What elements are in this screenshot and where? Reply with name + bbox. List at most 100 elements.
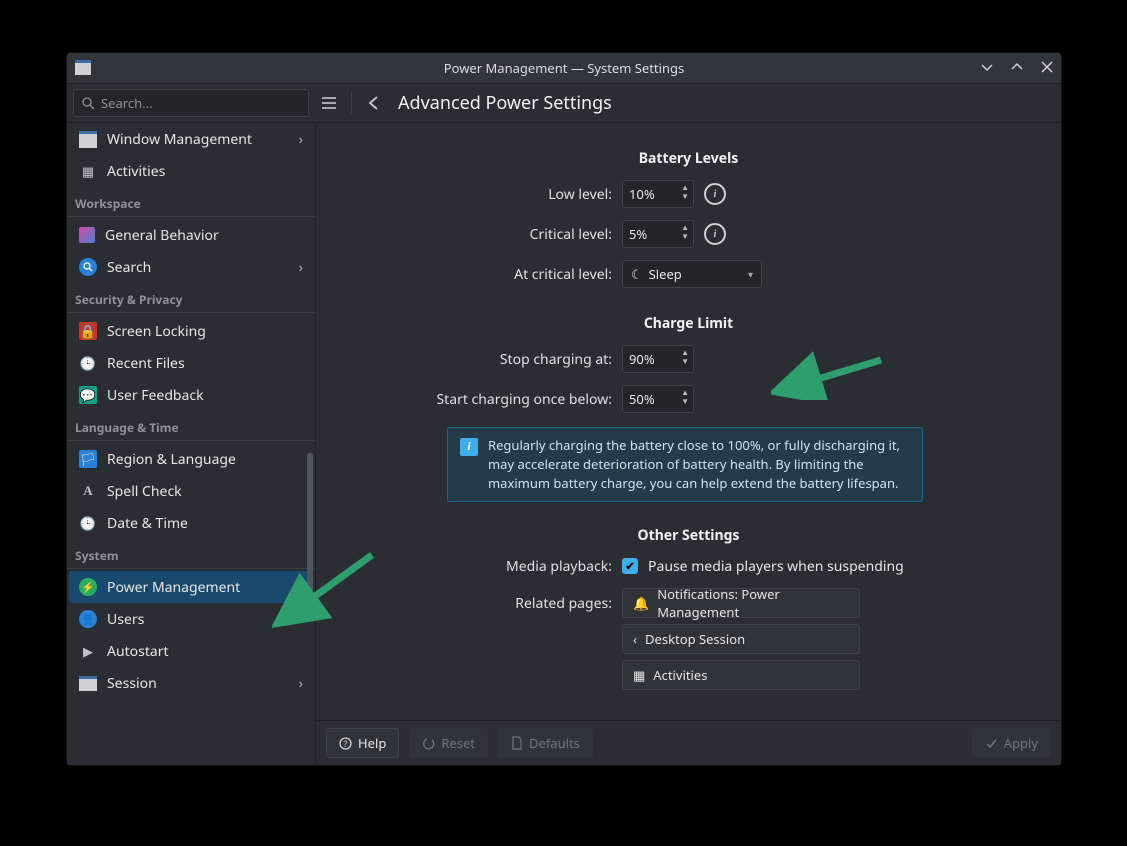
sidebar-group-label: Workspace <box>67 187 315 217</box>
date-time-icon: 🕒 <box>79 514 97 532</box>
low-level-spinner[interactable]: 10%▲▼ <box>622 180 694 208</box>
chevron-down-icon: ▾ <box>748 267 753 281</box>
sidebar-item-window-management[interactable]: Window Management › <box>69 123 313 155</box>
sidebar-item-power-management[interactable]: ⚡ Power Management <box>69 571 313 603</box>
sidebar-item-label: Search <box>107 258 151 277</box>
related-link-notifications[interactable]: 🔔 Notifications: Power Management <box>622 588 860 618</box>
recent-files-icon: 🕒 <box>79 354 97 372</box>
footer: ?Help Reset Defaults Apply <box>316 720 1061 765</box>
window-management-icon <box>79 131 97 148</box>
minimize-button[interactable] <box>981 59 993 78</box>
search-icon <box>79 258 97 276</box>
sidebar-item-label: Autostart <box>107 642 169 661</box>
info-text: Regularly charging the battery close to … <box>488 436 910 493</box>
sidebar-item-date-time[interactable]: 🕒 Date & Time <box>69 507 313 539</box>
notifications-icon: 🔔 <box>633 594 649 612</box>
separator <box>351 92 352 114</box>
stop-charging-spinner[interactable]: 90%▲▼ <box>622 345 694 373</box>
help-icon: ? <box>339 737 352 750</box>
spinner-arrows-icon: ▲▼ <box>681 348 689 366</box>
chevron-right-icon: › <box>299 674 303 693</box>
sidebar-item-label: Activities <box>107 162 165 181</box>
sidebar-item-spell-check[interactable]: ASpell Check <box>69 475 313 507</box>
sidebar-item-label: Screen Locking <box>107 322 206 341</box>
power-management-icon: ⚡ <box>79 578 97 596</box>
link-label: Notifications: Power Management <box>657 585 849 621</box>
critical-level-spinner[interactable]: 5%▲▼ <box>622 220 694 248</box>
sidebar-item-search[interactable]: Search› <box>69 251 313 283</box>
sidebar-group-label: System <box>67 539 315 569</box>
at-critical-label: At critical level: <box>316 265 612 284</box>
sidebar-item-label: User Feedback <box>107 386 204 405</box>
search-placeholder: Search... <box>101 94 153 112</box>
maximize-button[interactable] <box>1011 59 1023 78</box>
sidebar-item-activities[interactable]: ▦Activities <box>69 155 313 187</box>
section-battery-levels: Battery Levels <box>316 149 1061 168</box>
svg-text:?: ? <box>344 737 348 750</box>
spinner-arrows-icon: ▲▼ <box>681 388 689 406</box>
related-link-activities[interactable]: ▦ Activities <box>622 660 860 690</box>
media-playback-label: Media playback: <box>316 557 612 576</box>
search-input[interactable]: Search... <box>73 89 309 117</box>
titlebar: Power Management — System Settings <box>67 53 1061 84</box>
sidebar-item-label: Region & Language <box>107 450 236 469</box>
spinner-arrows-icon: ▲▼ <box>681 183 689 201</box>
help-button[interactable]: ?Help <box>326 728 399 758</box>
sidebar-item-users[interactable]: 👤Users <box>69 603 313 635</box>
sidebar-item-region-language[interactable]: 🏳 Region & Language <box>69 443 313 475</box>
user-feedback-icon: 💬 <box>79 386 97 404</box>
start-charging-spinner[interactable]: 50%▲▼ <box>622 385 694 413</box>
session-icon <box>79 676 97 691</box>
sidebar-item-label: General Behavior <box>105 226 219 245</box>
sidebar-item-user-feedback[interactable]: 💬 User Feedback <box>69 379 313 411</box>
sidebar-item-label: Power Management <box>107 578 240 597</box>
sidebar-item-label: Date & Time <box>107 514 188 533</box>
at-critical-combo[interactable]: ☾Sleep ▾ <box>622 260 762 288</box>
info-icon[interactable]: i <box>704 223 726 245</box>
autostart-icon: ▶ <box>79 642 97 660</box>
info-icon: i <box>460 438 478 456</box>
settings-window: Power Management — System Settings Searc… <box>66 52 1062 766</box>
document-icon <box>511 736 523 750</box>
users-icon: 👤 <box>79 610 97 628</box>
activities-icon: ▦ <box>633 666 645 684</box>
sidebar-item-label: Window Management <box>107 130 252 149</box>
sidebar-item-label: Recent Files <box>107 354 185 373</box>
reset-button[interactable]: Reset <box>409 728 488 758</box>
moon-icon: ☾ <box>631 265 643 283</box>
toolbar: Search... Advanced Power Settings <box>67 84 1061 123</box>
sidebar-item-recent-files[interactable]: 🕒 Recent Files <box>69 347 313 379</box>
link-label: Activities <box>653 666 707 684</box>
start-charging-label: Start charging once below: <box>316 390 612 409</box>
media-checkbox[interactable]: ✔ <box>622 558 638 574</box>
sidebar-item-session[interactable]: Session › <box>69 667 313 699</box>
content: Battery Levels Low level: 10%▲▼ i Critic… <box>316 123 1061 720</box>
low-level-label: Low level: <box>316 185 612 204</box>
menu-button[interactable] <box>315 89 343 117</box>
region-language-icon: 🏳 <box>79 450 97 468</box>
desktop-session-icon: ‹ <box>633 630 637 648</box>
reset-icon <box>422 737 435 750</box>
sidebar-item-screen-locking[interactable]: 🔒 Screen Locking <box>69 315 313 347</box>
info-message: i Regularly charging the battery close t… <box>447 427 923 502</box>
screen-locking-icon: 🔒 <box>79 322 97 340</box>
app-icon <box>75 60 91 75</box>
window-title: Power Management — System Settings <box>444 59 685 77</box>
sidebar-item-general-behavior[interactable]: General Behavior <box>69 219 313 251</box>
main-pane: Battery Levels Low level: 10%▲▼ i Critic… <box>316 123 1061 765</box>
sidebar: Window Management › ▦ActivitiesWorkspace Ge… <box>67 123 316 765</box>
back-button[interactable] <box>360 89 388 117</box>
sidebar-item-label: Session <box>107 674 157 693</box>
apply-button[interactable]: Apply <box>972 728 1051 758</box>
related-link-desktop-session[interactable]: ‹Desktop Session <box>622 624 860 654</box>
scrollbar-thumb[interactable] <box>307 453 313 613</box>
sidebar-item-autostart[interactable]: ▶ Autostart <box>69 635 313 667</box>
defaults-button[interactable]: Defaults <box>498 728 593 758</box>
general-behavior-icon <box>79 227 95 243</box>
close-button[interactable] <box>1041 59 1053 78</box>
search-icon <box>82 97 95 110</box>
check-icon <box>985 737 998 750</box>
section-other: Other Settings <box>316 526 1061 545</box>
chevron-right-icon: › <box>299 130 303 149</box>
info-icon[interactable]: i <box>704 183 726 205</box>
